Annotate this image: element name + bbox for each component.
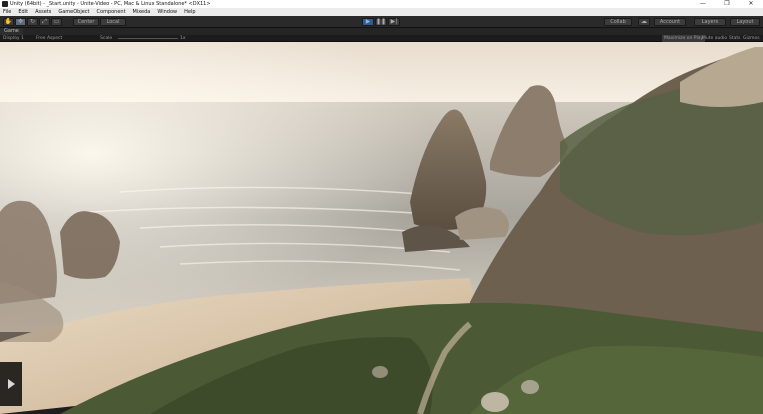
play-triangle-icon <box>7 379 15 389</box>
menu-bar: File Edit Assets GameObject Component Mi… <box>0 8 763 16</box>
pivot-toggle[interactable]: Center <box>73 18 99 26</box>
scale-value: 1x <box>180 36 186 41</box>
step-button[interactable]: ▶| <box>388 18 400 26</box>
collab-button[interactable]: Collab <box>604 18 632 26</box>
game-view-controls: Display 1 Free Aspect Scale 1x Maximize … <box>0 35 763 42</box>
aspect-dropdown[interactable]: Free Aspect <box>36 35 62 42</box>
window-title: Unity (64bit) - _Start.unity - Unite-Vid… <box>10 1 211 7</box>
play-icon: ▶ <box>365 18 371 25</box>
game-view-tab-row: Game <box>0 28 763 35</box>
hand-icon: ✋ <box>4 18 13 25</box>
cloud-icon: ☁ <box>641 18 647 25</box>
layers-dropdown[interactable]: Layers <box>694 18 726 26</box>
menu-assets[interactable]: Assets <box>35 9 51 15</box>
menu-window[interactable]: Window <box>157 9 177 15</box>
account-dropdown[interactable]: Account <box>654 18 686 26</box>
window-controls: — ❐ ✕ <box>691 0 763 8</box>
cloud-button[interactable]: ☁ <box>638 18 650 26</box>
boulder-2 <box>521 380 539 394</box>
gizmos-toggle[interactable]: Gizmos <box>741 35 762 42</box>
scale-slider[interactable] <box>118 38 178 39</box>
step-icon: ▶| <box>390 18 398 25</box>
pause-button[interactable]: ❚❚ <box>375 18 387 26</box>
menu-component[interactable]: Component <box>97 9 126 15</box>
rock-small <box>455 207 509 240</box>
maximize-button[interactable]: ❐ <box>715 0 739 8</box>
title-bar: Unity (64bit) - _Start.unity - Unite-Vid… <box>0 0 763 8</box>
move-icon: ✥ <box>17 18 24 25</box>
tab-game[interactable]: Game <box>0 28 23 35</box>
coastal-scene-image <box>0 42 763 414</box>
pause-icon: ❚❚ <box>376 18 387 25</box>
maximize-on-play-toggle[interactable]: Maximize on Play <box>662 35 706 42</box>
rotate-icon: ↻ <box>29 18 36 25</box>
move-tool-button[interactable]: ✥ <box>15 18 26 26</box>
main-toolbar: ✋ ✥ ↻ ⤢ ▭ Center Local ▶ ❚❚ ▶| Collab ☁ … <box>0 16 763 28</box>
hand-tool-button[interactable]: ✋ <box>3 18 14 26</box>
boulder-3 <box>372 366 388 378</box>
menu-mixeda[interactable]: Mixeda <box>133 9 151 15</box>
rect-tool-button[interactable]: ▭ <box>51 18 62 26</box>
close-button[interactable]: ✕ <box>739 0 763 8</box>
scale-tool-button[interactable]: ⤢ <box>39 18 50 26</box>
boulder-1 <box>481 392 509 412</box>
video-play-overlay[interactable] <box>0 362 22 406</box>
unity-logo-icon <box>2 1 8 7</box>
space-toggle[interactable]: Local <box>100 18 126 26</box>
menu-file[interactable]: File <box>3 9 11 15</box>
mute-audio-toggle[interactable]: Mute audio <box>700 35 729 42</box>
display-dropdown[interactable]: Display 1 <box>3 35 24 42</box>
scale-label: Scale <box>100 36 113 41</box>
menu-edit[interactable]: Edit <box>18 9 28 15</box>
menu-help[interactable]: Help <box>184 9 195 15</box>
menu-gameobject[interactable]: GameObject <box>58 9 89 15</box>
game-viewport[interactable] <box>0 42 763 414</box>
play-button[interactable]: ▶ <box>362 18 374 26</box>
minimize-button[interactable]: — <box>691 0 715 8</box>
rotate-tool-button[interactable]: ↻ <box>27 18 38 26</box>
layout-dropdown[interactable]: Layout <box>730 18 760 26</box>
scale-icon: ⤢ <box>42 18 47 25</box>
rect-icon: ▭ <box>53 18 60 25</box>
